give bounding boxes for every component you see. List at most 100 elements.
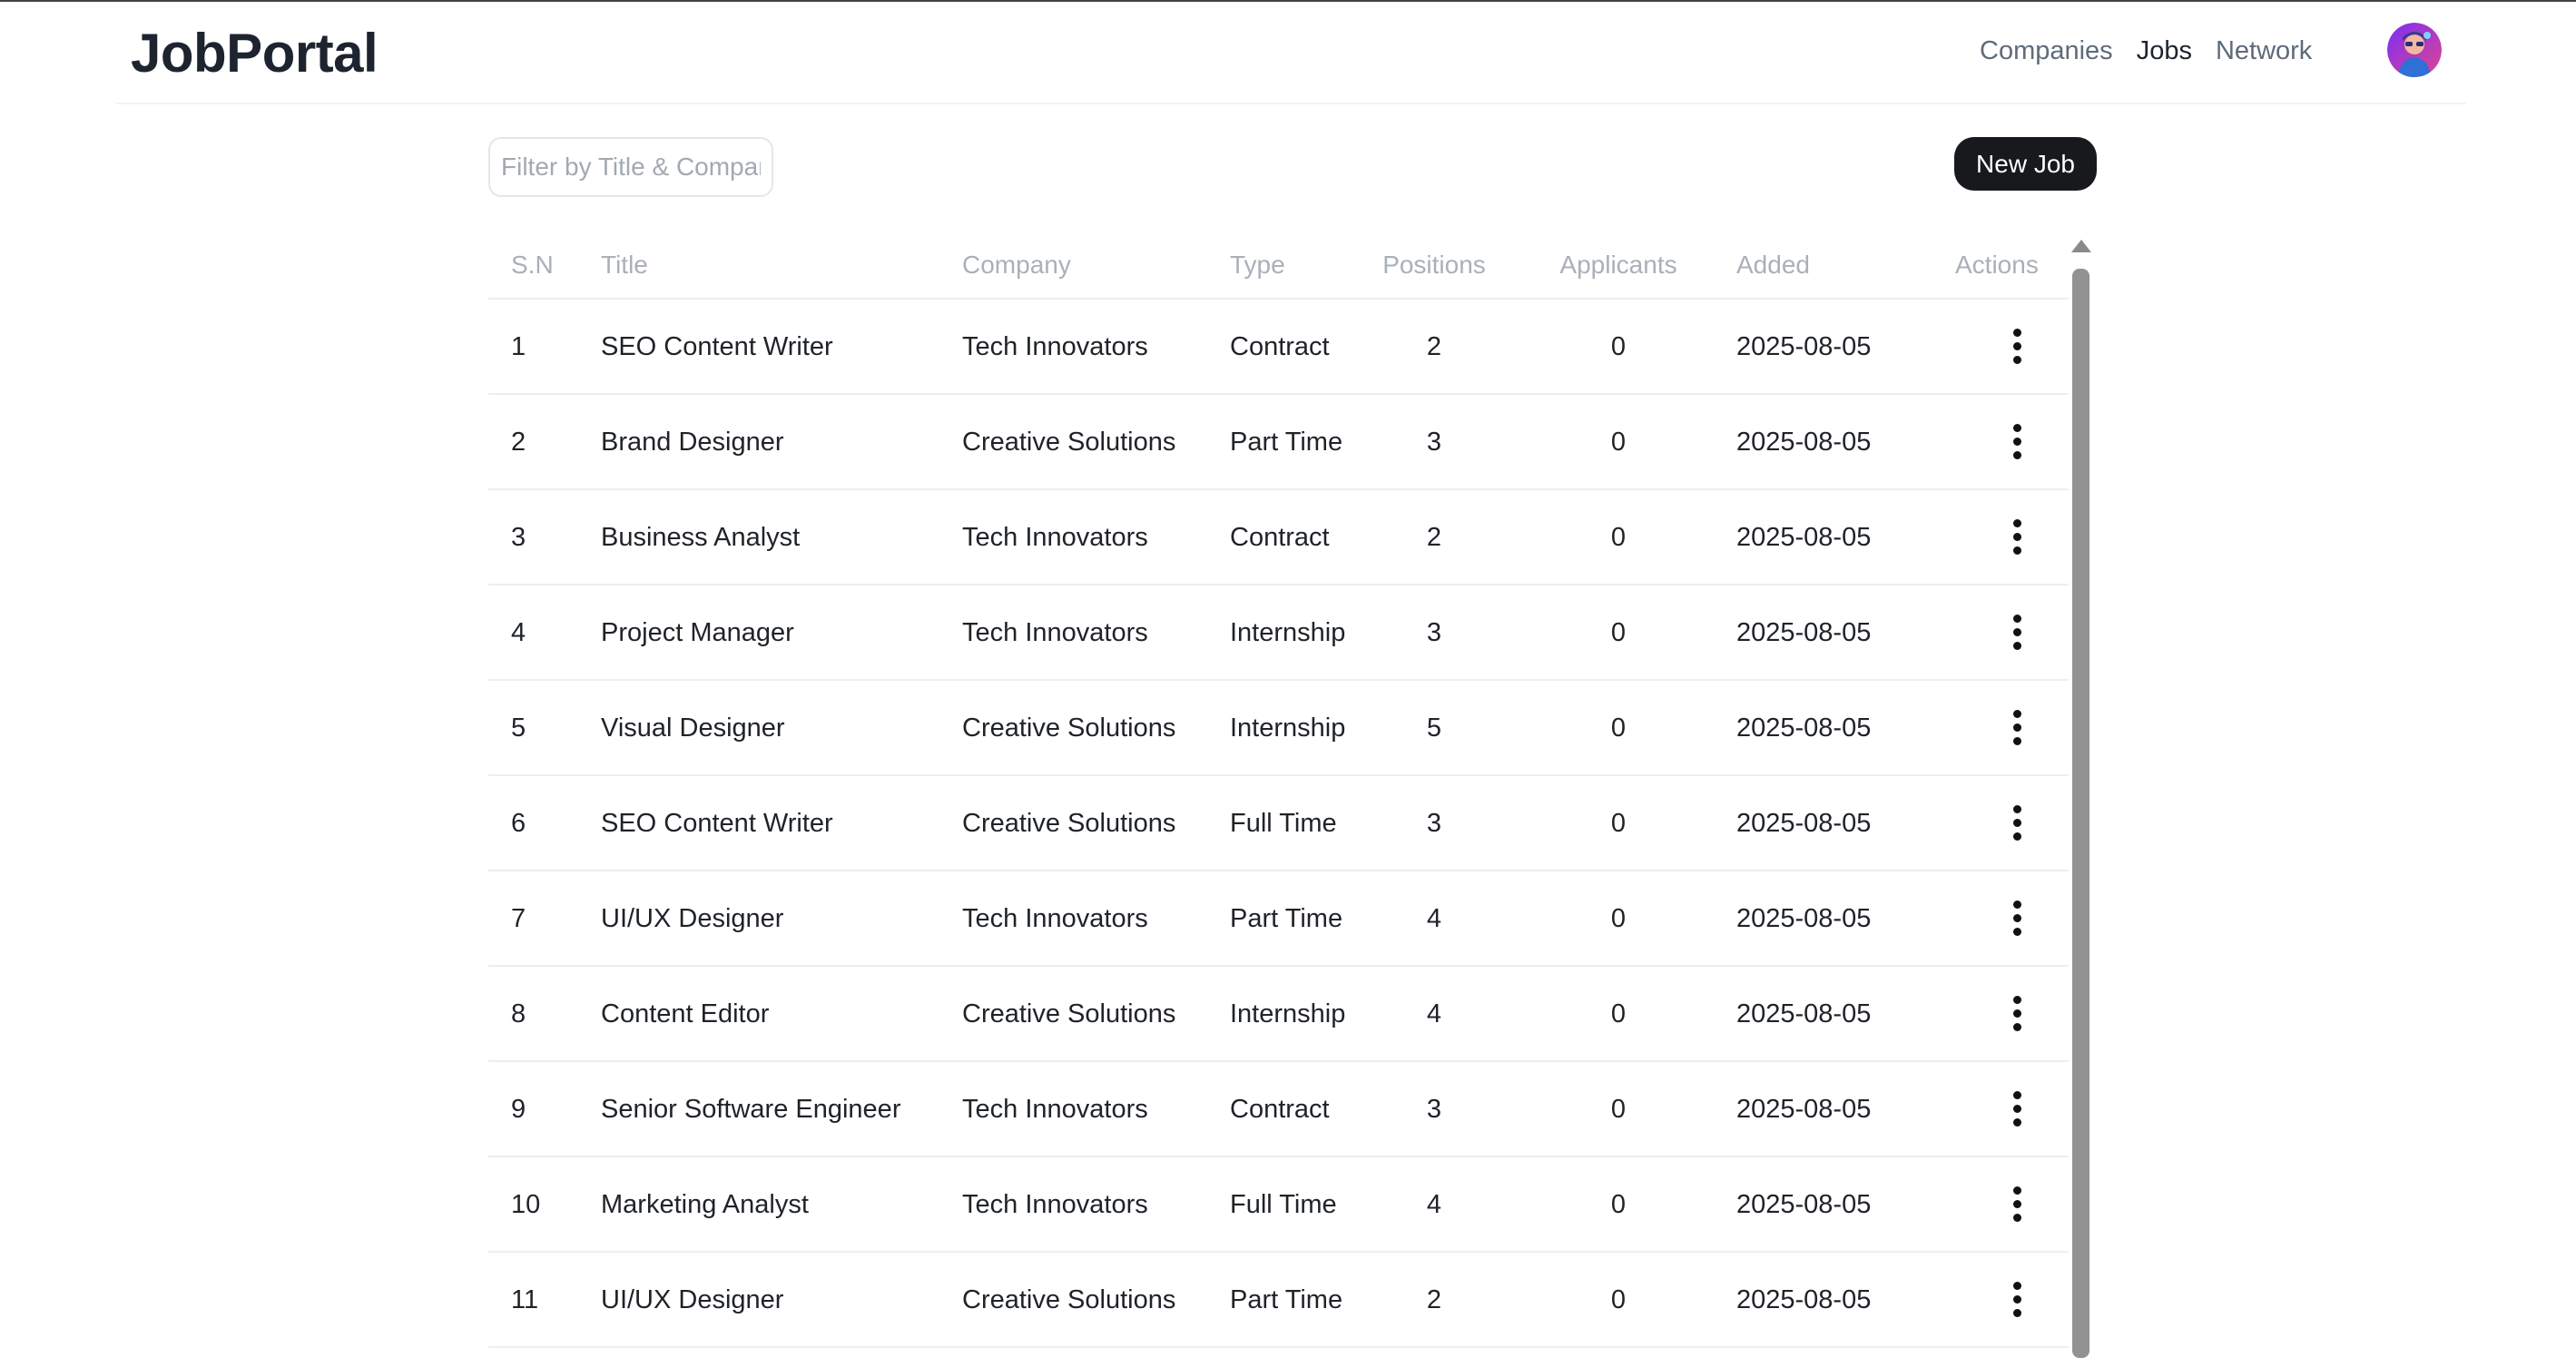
cell-sn: 1: [511, 332, 526, 361]
cell-title: Brand Designer: [601, 428, 784, 457]
cell-added: 2025-08-05: [1736, 1285, 1872, 1314]
cell-company: Creative Solutions: [962, 428, 1176, 457]
cell-title: SEO Content Writer: [601, 809, 833, 838]
cell-title: Content Editor: [601, 999, 770, 1028]
cell-applicants: 0: [1610, 1285, 1627, 1314]
table-row[interactable]: 11 UI/UX Designer Creative Solutions Par…: [488, 1253, 2069, 1348]
top-navbar: JobPortal Companies Jobs Network: [115, 2, 2466, 104]
more-vertical-icon[interactable]: [2006, 517, 2028, 557]
cell-sn: 2: [511, 428, 526, 457]
cell-applicants: 0: [1610, 999, 1627, 1028]
cell-company: Tech Innovators: [962, 618, 1148, 647]
cell-positions: 4: [1426, 1190, 1442, 1219]
table-row[interactable]: 2 Brand Designer Creative Solutions Part…: [488, 395, 2069, 490]
cell-sn: 7: [511, 904, 526, 933]
cell-added: 2025-08-05: [1736, 618, 1872, 647]
more-vertical-icon[interactable]: [2006, 994, 2028, 1034]
cell-applicants: 0: [1610, 523, 1627, 552]
nav-link-network[interactable]: Network: [2216, 36, 2312, 66]
more-vertical-icon[interactable]: [2006, 708, 2028, 748]
more-vertical-icon[interactable]: [2006, 422, 2028, 462]
cell-type: Part Time: [1230, 1285, 1343, 1314]
more-vertical-icon[interactable]: [2006, 1280, 2028, 1320]
cell-sn: 4: [511, 618, 526, 647]
cell-added: 2025-08-05: [1736, 713, 1872, 743]
cell-positions: 3: [1426, 809, 1442, 838]
cell-type: Contract: [1230, 523, 1330, 552]
cell-title: Visual Designer: [601, 713, 785, 743]
cell-positions: 2: [1426, 1285, 1442, 1314]
column-header-positions[interactable]: Positions: [1380, 251, 1489, 280]
cell-title: UI/UX Designer: [601, 904, 784, 933]
cell-company: Tech Innovators: [962, 523, 1148, 552]
cell-title: Marketing Analyst: [601, 1190, 809, 1219]
table-row[interactable]: 6 SEO Content Writer Creative Solutions …: [488, 776, 2069, 871]
cell-positions: 3: [1426, 428, 1442, 457]
column-header-type[interactable]: Type: [1230, 251, 1285, 280]
more-vertical-icon[interactable]: [2006, 613, 2028, 653]
cell-positions: 2: [1426, 523, 1442, 552]
cell-added: 2025-08-05: [1736, 332, 1872, 361]
cell-title: Senior Software Engineer: [601, 1095, 901, 1124]
cell-title: Business Analyst: [601, 523, 801, 552]
cell-added: 2025-08-05: [1736, 1095, 1872, 1124]
cell-sn: 9: [511, 1095, 526, 1124]
table-scrollbar-thumb[interactable]: [2072, 269, 2089, 1358]
table-row[interactable]: 3 Business Analyst Tech Innovators Contr…: [488, 490, 2069, 586]
cell-company: Tech Innovators: [962, 904, 1148, 933]
more-vertical-icon[interactable]: [2006, 1185, 2028, 1225]
column-header-applicants[interactable]: Applicants: [1548, 251, 1689, 280]
table-row[interactable]: 7 UI/UX Designer Tech Innovators Part Ti…: [488, 871, 2069, 967]
cell-type: Part Time: [1230, 428, 1343, 457]
cell-company: Tech Innovators: [962, 1190, 1148, 1219]
user-avatar[interactable]: [2387, 23, 2442, 77]
cell-type: Part Time: [1230, 904, 1343, 933]
filter-input[interactable]: [488, 137, 773, 197]
cell-applicants: 0: [1610, 1095, 1627, 1124]
cell-positions: 4: [1426, 999, 1442, 1028]
cell-applicants: 0: [1610, 904, 1627, 933]
cell-added: 2025-08-05: [1736, 1190, 1872, 1219]
cell-positions: 5: [1426, 713, 1442, 743]
cell-title: UI/UX Designer: [601, 1285, 784, 1314]
more-vertical-icon[interactable]: [2006, 1089, 2028, 1129]
cell-type: Full Time: [1230, 809, 1337, 838]
more-vertical-icon[interactable]: [2006, 899, 2028, 939]
cell-sn: 11: [511, 1285, 539, 1314]
main-nav: Companies Jobs Network: [1980, 36, 2312, 66]
cell-applicants: 0: [1610, 332, 1627, 361]
nav-link-jobs[interactable]: Jobs: [2137, 36, 2192, 66]
cell-positions: 3: [1426, 1095, 1442, 1124]
table-row[interactable]: 5 Visual Designer Creative Solutions Int…: [488, 681, 2069, 776]
cell-title: SEO Content Writer: [601, 332, 833, 361]
table-row[interactable]: 1 SEO Content Writer Tech Innovators Con…: [488, 300, 2069, 395]
table-row[interactable]: 8 Content Editor Creative Solutions Inte…: [488, 967, 2069, 1062]
column-header-company[interactable]: Company: [962, 251, 1071, 280]
cell-company: Creative Solutions: [962, 1285, 1176, 1314]
scroll-up-arrow-icon[interactable]: [2071, 240, 2091, 252]
column-header-title[interactable]: Title: [601, 251, 648, 280]
column-header-sn[interactable]: S.N: [511, 251, 554, 280]
user-avatar-icon: [2387, 23, 2442, 77]
table-row[interactable]: 4 Project Manager Tech Innovators Intern…: [488, 586, 2069, 681]
cell-type: Full Time: [1230, 1190, 1337, 1219]
more-vertical-icon[interactable]: [2006, 803, 2028, 843]
table-row[interactable]: 9 Senior Software Engineer Tech Innovato…: [488, 1062, 2069, 1157]
new-job-button[interactable]: New Job: [1954, 137, 2097, 191]
cell-positions: 3: [1426, 618, 1442, 647]
cell-company: Tech Innovators: [962, 332, 1148, 361]
cell-sn: 8: [511, 999, 526, 1028]
column-header-added[interactable]: Added: [1736, 251, 1810, 280]
cell-type: Internship: [1230, 713, 1346, 743]
jobs-table: S.N Title Company Type Positions Applica…: [488, 234, 2069, 1348]
cell-positions: 2: [1426, 332, 1442, 361]
cell-type: Contract: [1230, 1095, 1330, 1124]
table-row[interactable]: 10 Marketing Analyst Tech Innovators Ful…: [488, 1157, 2069, 1253]
more-vertical-icon[interactable]: [2006, 327, 2028, 367]
nav-link-companies[interactable]: Companies: [1980, 36, 2113, 66]
cell-company: Creative Solutions: [962, 999, 1176, 1028]
cell-sn: 10: [511, 1190, 541, 1219]
cell-added: 2025-08-05: [1736, 999, 1872, 1028]
cell-type: Contract: [1230, 332, 1330, 361]
brand-logo[interactable]: JobPortal: [131, 22, 379, 84]
